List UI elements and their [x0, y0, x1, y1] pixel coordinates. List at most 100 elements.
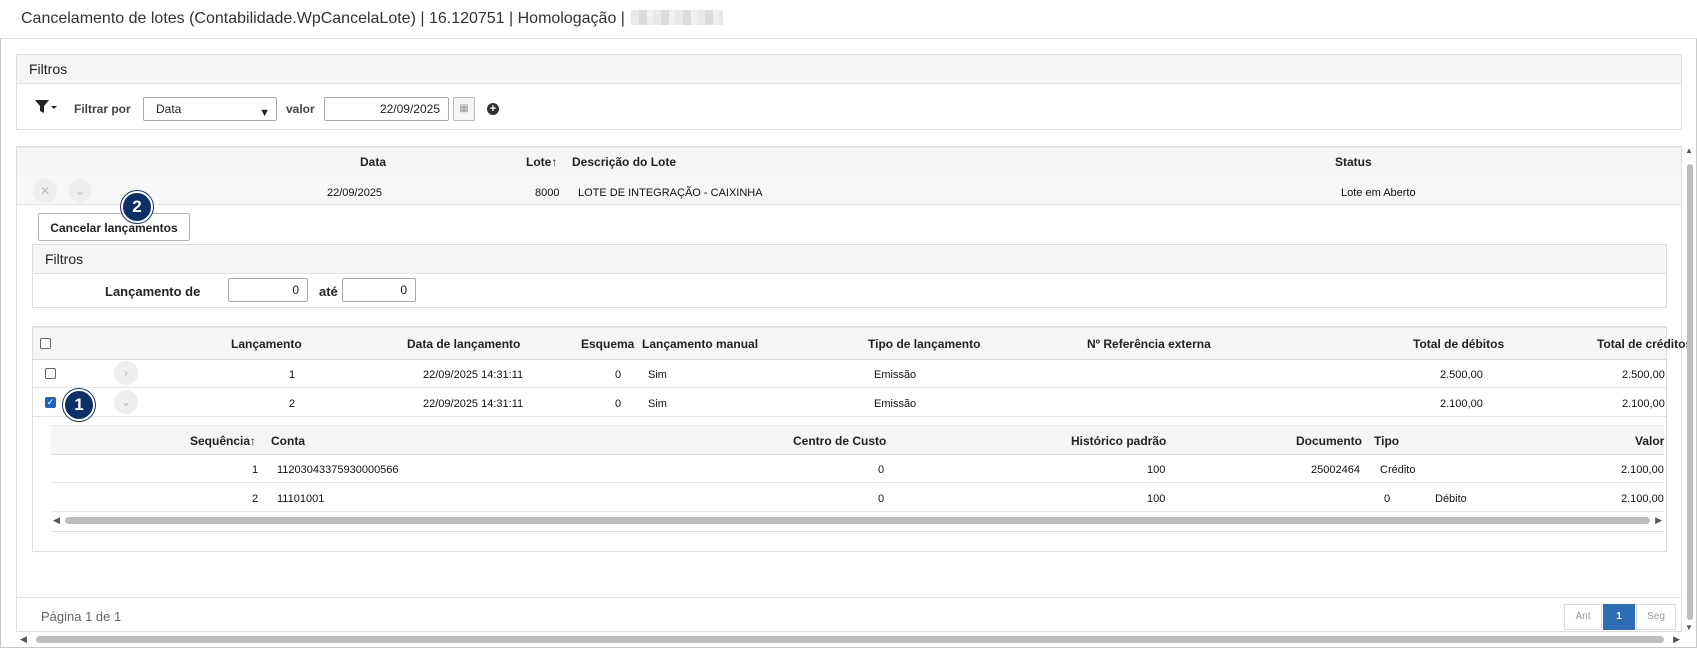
entry-number: 1 [289, 369, 296, 381]
to-input[interactable]: 0 [342, 278, 416, 302]
filter-by-label: Filtrar por [74, 102, 131, 116]
col-lote[interactable]: Lote↑ [526, 155, 557, 169]
next-page-button[interactable]: Seg [1636, 604, 1676, 630]
table-row[interactable] [33, 388, 1666, 417]
detail-value: 2.100,00 [1621, 464, 1664, 476]
prev-page-button[interactable]: Ant [1564, 604, 1602, 630]
sort-ascending-icon: ↑ [250, 434, 257, 448]
detail-horizontal-scrollbar[interactable]: ◀ ▶ [51, 515, 1664, 525]
entry-date: 22/09/2025 14:31:11 [423, 369, 524, 381]
col-referencia-externa[interactable]: Nº Referência externa [1087, 337, 1211, 351]
col-total-creditos[interactable]: Total de créditos [1597, 337, 1692, 351]
detail-grid: Sequência↑ Conta Centro de Custo Históri… [51, 425, 1664, 532]
filters-header: Filtros [17, 55, 1681, 84]
entry-date: 22/09/2025 14:31:11 [423, 398, 524, 410]
page-info: Página 1 de 1 [41, 609, 122, 624]
scroll-right-icon[interactable]: ▶ [1655, 515, 1662, 526]
entry-debits: 2.500,00 [1440, 369, 1483, 381]
col-descricao[interactable]: Descrição do Lote [572, 155, 676, 169]
step-badge-1: 1 [63, 389, 95, 421]
col-data[interactable]: Data [360, 155, 386, 169]
scroll-right-icon[interactable]: ▶ [1673, 634, 1680, 645]
scroll-thumb[interactable] [65, 517, 1650, 524]
detail-account: 11101001 [277, 493, 325, 505]
value-label: valor [286, 102, 315, 116]
add-filter-icon[interactable]: + [487, 103, 499, 115]
pager-divider [17, 597, 1681, 598]
row-checkbox[interactable] [45, 368, 56, 379]
entry-manual: Sim [648, 398, 667, 410]
select-all-checkbox[interactable] [40, 338, 51, 349]
from-input[interactable]: 0 [228, 278, 308, 302]
close-icon[interactable]: ✕ [33, 179, 57, 203]
col-lancamento[interactable]: Lançamento [231, 337, 302, 351]
filter-row: Filtrar por Data ▼ valor 22/09/2025 ▦ + [17, 93, 1681, 123]
lot-status: Lote em Aberto [1341, 187, 1416, 199]
col-data-lancamento[interactable]: Data de lançamento [407, 337, 520, 351]
col-conta[interactable]: Conta [271, 434, 305, 448]
detail-type: Crédito [1380, 464, 1416, 476]
detail-document: 25002464 [1311, 464, 1360, 476]
entry-number: 2 [289, 398, 296, 410]
detail-history: 100 [1147, 493, 1166, 505]
detail-sequence: 2 [252, 493, 259, 505]
row-checkbox[interactable]: ✓ [45, 397, 56, 408]
scroll-up-icon[interactable]: ▲ [1685, 146, 1693, 155]
col-status[interactable]: Status [1335, 155, 1372, 169]
date-value-input[interactable]: 22/09/2025 [324, 97, 449, 121]
col-valor[interactable]: Valor [1635, 434, 1664, 448]
chevron-right-icon[interactable]: › [114, 361, 138, 385]
sub-filters-header: Filtros [33, 245, 1666, 274]
detail-account: 11203043375930000566 [277, 464, 399, 476]
scroll-left-icon[interactable]: ◀ [20, 634, 27, 645]
lots-grid: Data Lote↑ Descrição do Lote Status ✕ ⌄ … [16, 146, 1692, 632]
from-label: Lançamento de [105, 284, 201, 299]
calendar-icon[interactable]: ▦ [453, 97, 475, 121]
entry-schema: 0 [615, 369, 622, 381]
entries-grid: Lançamento Data de lançamento Esquema La… [32, 326, 1692, 552]
title-bar: Cancelamento de lotes (Contabilidade.WpC… [0, 0, 1697, 39]
detail-type: Débito [1435, 493, 1467, 505]
entry-manual: Sim [648, 369, 667, 381]
vertical-scrollbar[interactable]: ▲ ▼ [1685, 146, 1695, 632]
filter-field-select[interactable]: Data ▼ [143, 97, 277, 121]
col-historico-padrao[interactable]: Histórico padrão [1071, 434, 1166, 448]
lot-row[interactable] [17, 176, 1681, 205]
page-scroll-thumb[interactable] [36, 636, 1664, 643]
sub-filters-panel: Filtros Lançamento de 0 até 0 [32, 244, 1667, 308]
detail-history: 100 [1147, 464, 1166, 476]
chevron-down-icon[interactable]: ⌄ [114, 390, 138, 414]
table-row[interactable] [33, 359, 1666, 388]
page-horizontal-scrollbar[interactable]: ◀ ▶ [20, 634, 1680, 644]
entry-credits: 2.100,00 [1622, 398, 1665, 410]
col-tipo-lancamento[interactable]: Tipo de lançamento [868, 337, 980, 351]
current-page-button[interactable]: 1 [1603, 604, 1635, 630]
entry-debits: 2.100,00 [1440, 398, 1483, 410]
cancel-entries-button[interactable]: Cancelar lançamentos [38, 213, 190, 241]
funnel-icon[interactable] [34, 99, 58, 120]
vertical-scroll-thumb[interactable] [1687, 164, 1693, 620]
to-label: até [319, 284, 338, 299]
redacted-area [630, 10, 723, 25]
lot-date: 22/09/2025 [327, 187, 383, 199]
chevron-down-icon: ▼ [259, 107, 270, 119]
scroll-down-icon[interactable]: ▼ [1685, 623, 1693, 632]
col-esquema[interactable]: Esquema [581, 337, 634, 351]
lot-number: 8000 [535, 187, 560, 199]
col-lancamento-manual[interactable]: Lançamento manual [642, 337, 758, 351]
col-tipo[interactable]: Tipo [1374, 434, 1399, 448]
detail-cost-center: 0 [878, 464, 885, 476]
chevron-down-icon[interactable]: ⌄ [68, 179, 92, 203]
col-documento[interactable]: Documento [1296, 434, 1362, 448]
filters-panel: Filtros Filtrar por Data ▼ valor 22/09/2… [16, 54, 1682, 130]
col-centro-custo[interactable]: Centro de Custo [793, 434, 886, 448]
detail-sequence: 1 [252, 464, 259, 476]
col-total-debitos[interactable]: Total de débitos [1413, 337, 1504, 351]
entry-credits: 2.500,00 [1622, 369, 1665, 381]
entry-type: Emissão [874, 398, 917, 410]
sort-ascending-icon: ↑ [551, 155, 558, 169]
scroll-left-icon[interactable]: ◀ [53, 515, 60, 526]
step-badge-2: 2 [121, 191, 153, 223]
page-title: Cancelamento de lotes (Contabilidade.WpC… [21, 10, 723, 28]
col-sequencia[interactable]: Sequência↑ [190, 434, 256, 448]
